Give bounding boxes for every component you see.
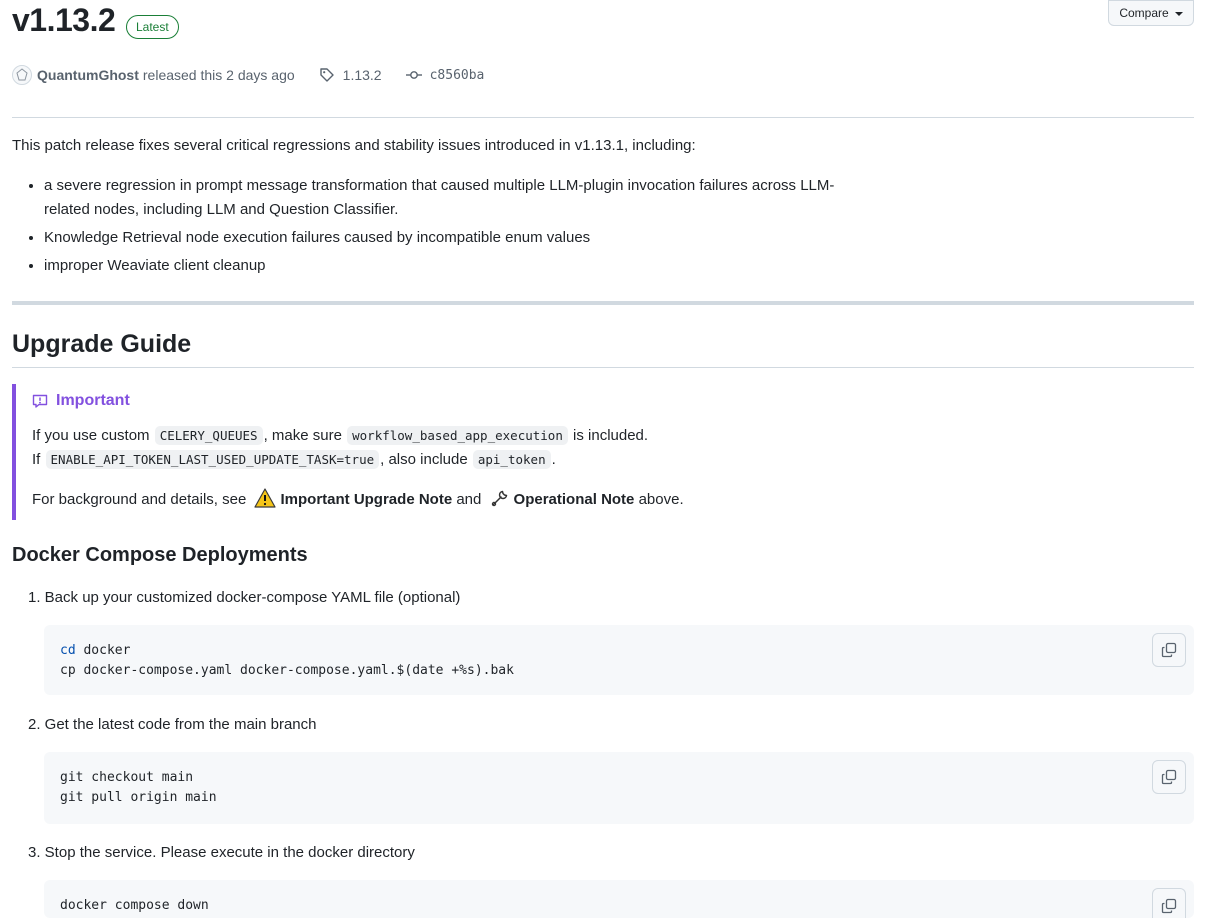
callout-text: , also include (380, 451, 468, 468)
step-label: 3. Stop the service. Please execute in t… (28, 844, 415, 861)
step-label: 1. Back up your customized docker-compos… (28, 589, 461, 606)
code-text: git checkout main (60, 770, 194, 785)
warning-icon (254, 488, 277, 508)
important-upgrade-note-link[interactable]: Important Upgrade Note (280, 491, 452, 508)
copy-button[interactable] (1152, 633, 1186, 667)
inline-code: api_token (472, 450, 551, 469)
release-title: v1.13.2 (12, 2, 116, 38)
latest-badge: Latest (126, 15, 179, 39)
wrench-icon (491, 490, 507, 507)
list-item: improper Weaviate client cleanup (44, 254, 872, 278)
code-text: docker compose down (60, 898, 209, 913)
divider (12, 117, 1194, 118)
docker-heading: Docker Compose Deployments (12, 544, 308, 566)
avatar-icon (16, 68, 28, 81)
section-divider (12, 301, 1194, 305)
compare-button-label: Compare (1119, 6, 1169, 20)
code-text: cp docker-compose.yaml docker-compose.ya… (60, 662, 514, 678)
inline-code: ENABLE_API_TOKEN_LAST_USED_UPDATE_TASK=t… (45, 450, 380, 469)
commit-label: c8560ba (429, 67, 485, 83)
compare-button[interactable]: Compare (1108, 0, 1194, 26)
step-label: 2. Get the latest code from the main bra… (28, 716, 317, 733)
caret-down-icon (1174, 11, 1183, 16)
callout-text: If you use custom (32, 427, 150, 444)
operational-note-link[interactable]: Operational Note (514, 491, 635, 508)
list-item: a severe regression in prompt message tr… (44, 174, 872, 222)
inline-code: workflow_based_app_execution (347, 426, 568, 445)
callout-text: , make sure (263, 427, 342, 444)
code-block: git checkout main git pull origin main (44, 752, 1194, 824)
tag-link[interactable]: 1.13.2 (319, 67, 382, 83)
fix-list: a severe regression in prompt message tr… (12, 174, 872, 282)
release-meta: QuantumGhost released this 2 days ago 1.… (12, 64, 484, 86)
copy-button[interactable] (1152, 760, 1186, 794)
copy-icon (1161, 898, 1177, 913)
avatar[interactable] (12, 65, 32, 85)
callout-text: and (456, 491, 482, 508)
callout-text: above. (638, 491, 684, 508)
code-block: cd docker cp docker-compose.yaml docker-… (44, 625, 1194, 695)
inline-code: CELERY_QUEUES (154, 426, 263, 445)
copy-icon (1161, 642, 1177, 658)
callout-title-label: Important (56, 392, 130, 409)
heading-underline (12, 367, 1194, 368)
report-icon (32, 394, 48, 408)
callout-line-1: If you use custom CELERY_QUEUES, make su… (32, 424, 1194, 448)
callout-title: Important (32, 390, 1194, 412)
callout-text: is included. (573, 427, 649, 444)
callout-text: . (551, 451, 556, 468)
list-item: Knowledge Retrieval node execution failu… (44, 226, 872, 250)
code-text: git pull origin main (60, 789, 217, 805)
callout-text: If (32, 451, 41, 468)
commit-icon (405, 71, 422, 79)
upgrade-guide-heading: Upgrade Guide (12, 330, 192, 358)
copy-icon (1161, 769, 1177, 785)
released-text: released this 2 days ago (142, 67, 295, 83)
code-text: docker (75, 643, 131, 658)
copy-button[interactable] (1152, 888, 1186, 918)
commit-link[interactable]: c8560ba (405, 67, 485, 83)
tag-icon (319, 68, 334, 82)
author-link[interactable]: QuantumGhost (37, 67, 139, 83)
intro-text: This patch release fixes several critica… (12, 137, 696, 154)
callout-text: For background and details, see (32, 491, 247, 508)
code-block: docker compose down (44, 880, 1194, 918)
tag-label: 1.13.2 (342, 67, 382, 83)
important-callout: Important If you use custom CELERY_QUEUE… (12, 384, 1194, 520)
code-keyword: cd (60, 643, 76, 658)
callout-line-2: If ENABLE_API_TOKEN_LAST_USED_UPDATE_TAS… (32, 448, 1194, 472)
callout-line-3: For background and details, see Importan… (32, 488, 1194, 512)
